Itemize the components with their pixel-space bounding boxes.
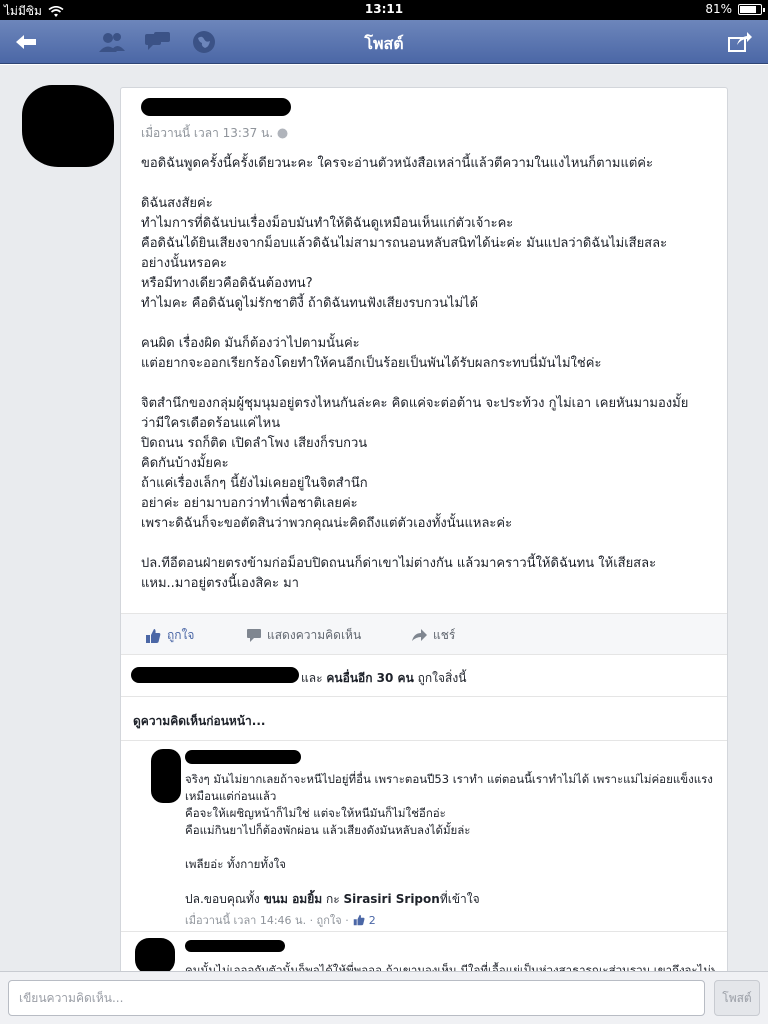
share-button[interactable]: แชร์ — [411, 626, 455, 645]
post-card: เมื่อวานนี้ เวลา 13:37 น. ขอดิฉันพูดครั้… — [120, 87, 728, 971]
post-line: หรือมีทางเดียวคือดิฉันต้องทน? — [141, 276, 313, 291]
comment-line: คือแม่กินยาไปก็ต้องพักผ่อน แล้วเสียงดังม… — [185, 823, 471, 837]
redacted-commenter-name — [185, 940, 285, 952]
battery-level — [740, 5, 757, 13]
post-line: ถ้าแค่เรื่องเล็กๆ นี้ยังไม่เคยอยู่ในจิตส… — [141, 476, 368, 491]
post-line: แต่อยากจะออกเรียกร้องโดยทำให้คนอีกเป็นร้… — [141, 356, 602, 371]
post-line: ปล.ทีอีตอนฝ่ายตรงข้ามก่อม็อบปิดถนนก็ด่าเ… — [141, 556, 657, 571]
comment-like-count: 2 — [368, 913, 376, 927]
like-button[interactable]: ถูกใจ — [145, 626, 194, 645]
public-globe-icon — [277, 128, 288, 139]
post-actions-bar: ถูกใจ แสดงความคิดเห็น แชร์ — [121, 613, 727, 655]
post-body: ขอดิฉันพูดครั้งนี้ครั้งเดียวนะคะ ใครจะอ่… — [141, 154, 711, 594]
post-line: ปิดถนน รถก็ติด เปิดลำโพง เสียงก็รบกวน — [141, 436, 368, 451]
post-line: แหม..มาอยู่ตรงนี้เองสิคะ มา — [141, 576, 299, 591]
post-feed: เมื่อวานนี้ เวลา 13:37 น. ขอดิฉันพูดครั้… — [0, 65, 768, 971]
battery-icon — [738, 3, 765, 15]
post-line: อย่าค่ะ อย่ามาบอกว่าทำเพื่อชาติเลยค่ะ — [141, 496, 358, 511]
comment-item: จริงๆ มันไม่ยากเลยถ้าจะหนีไปอยู่ที่อื่น … — [121, 741, 727, 931]
comment-line: เพลียอ่ะ ทั้งกายทั้งใจ — [185, 857, 286, 871]
post-line: ว่ามีใครเดือดร้อนแค่ไหน — [141, 416, 281, 431]
post-line: คนผิด เรื่องผิด มันก็ต้องว่าไปตามนั้นค่ะ — [141, 336, 360, 351]
redacted-commenter-avatar — [135, 938, 175, 971]
clock: 13:11 — [364, 2, 404, 16]
nav-bar: โพสต์ — [0, 20, 768, 64]
comment-ps: ปล.ขอบคุณทั้ง ขนม อมยิ้ม กะ Sirasiri Sri… — [185, 892, 480, 906]
comment-button[interactable]: แสดงความคิดเห็น — [247, 626, 361, 645]
thumbs-up-icon — [353, 914, 365, 926]
post-timestamp: เมื่อวานนี้ เวลา 13:37 น. — [141, 124, 288, 143]
redacted-commenter-name — [185, 750, 301, 764]
post-line: อย่างนั้นหรอคะ — [141, 256, 227, 271]
post-line: ทำไมคะ คือดิฉันดูไม่รักชาติงี้ ถ้าดิฉันท… — [141, 296, 479, 311]
comment-line: จริงๆ มันไม่ยากเลยถ้าจะหนีไปอยู่ที่อื่น … — [185, 772, 713, 786]
redacted-author-name — [141, 98, 291, 116]
comment-line — [185, 839, 715, 856]
share-arrow-icon — [412, 629, 427, 641]
comment-line — [185, 873, 715, 890]
post-line: คือดิฉันได้ยินเสียงจากม็อบแล้วดิฉันไม่สา… — [141, 236, 668, 251]
comment-composer: โพสต์ — [0, 971, 768, 1024]
view-previous-comments-link[interactable]: ดูความคิดเห็นก่อนหน้า... — [121, 697, 727, 741]
page-title: โพสต์ — [364, 34, 404, 53]
post-line: จิตสำนึกของกลุ่มผู้ชุมนุมอยู่ตรงไหนกันล่… — [141, 396, 689, 411]
comment-text: จริงๆ มันไม่ยากเลยถ้าจะหนีไปอยู่ที่อื่น … — [185, 771, 715, 890]
status-bar: ไม่มีซิม 13:11 81% — [0, 0, 768, 20]
redacted-liker-names — [131, 667, 299, 683]
post-comment-button[interactable]: โพสต์ — [714, 980, 760, 1016]
battery-percent: 81% — [705, 2, 732, 16]
comment-meta: เมื่อวานนี้ เวลา 14:46 น. · ถูกใจ · 2 — [185, 913, 376, 928]
thumbs-up-icon — [146, 628, 161, 643]
post-line: ขอดิฉันพูดครั้งนี้ครั้งเดียวนะคะ ใครจะอ่… — [141, 156, 653, 171]
redacted-avatar — [22, 85, 114, 167]
comment-bubble-icon — [247, 629, 261, 642]
post-line: ดิฉันสงสัยค่ะ — [141, 196, 213, 211]
post-line: เพราะดิฉันก็จะขอตัดสินว่าพวกคุณน่ะคิดถึง… — [141, 516, 513, 531]
comment-text: คนนั้นไม่เอออกับตัวนั้นก็พอได้ให้พี่พอออ… — [185, 963, 715, 971]
comment-input[interactable] — [8, 980, 705, 1016]
post-line: ทำไมการที่ดิฉันบ่นเรื่องม็อบมันทำให้ดิฉั… — [141, 216, 514, 231]
redacted-commenter-avatar — [151, 749, 181, 803]
comment-item: คนนั้นไม่เอออกับตัวนั้นก็พอได้ให้พี่พอออ… — [121, 931, 727, 971]
comment-line: คือจะให้เผชิญหน้าก็ไม่ใช่ แต่จะให้หนีมัน… — [185, 806, 446, 820]
likes-summary[interactable]: และ คนอื่นอีก 30 คน ถูกใจสิ่งนี้ — [121, 655, 727, 697]
post-line: คิดกันบ้างมั้ยคะ — [141, 456, 229, 471]
comment-line: เหมือนแต่ก่อนแล้ว — [185, 789, 277, 803]
share-icon[interactable] — [726, 29, 754, 55]
